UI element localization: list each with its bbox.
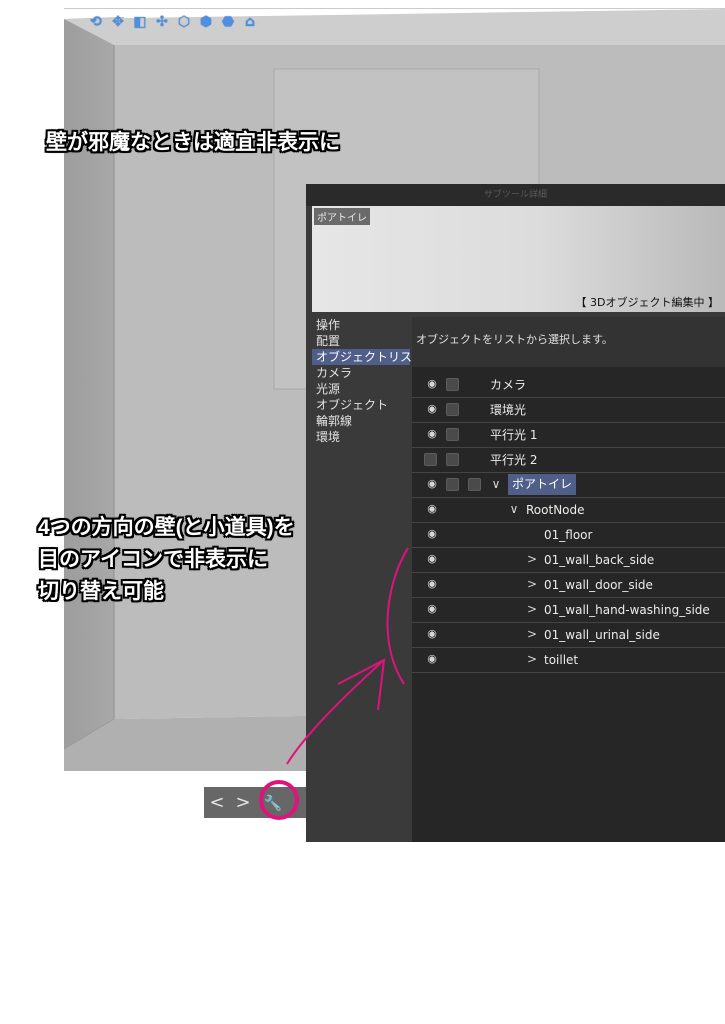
object-label: 平行光 1: [490, 428, 538, 442]
eye-icon[interactable]: ◉: [424, 428, 440, 440]
camera-move-icon[interactable]: ⟲: [86, 13, 106, 31]
pan-icon[interactable]: ✥: [108, 13, 128, 31]
category-item[interactable]: 輪郭線: [312, 413, 410, 429]
lock-checkbox-icon[interactable]: [446, 428, 459, 441]
category-item[interactable]: 光源: [312, 381, 410, 397]
eye-icon[interactable]: ◉: [424, 378, 440, 390]
chevron-down-icon[interactable]: ∨: [490, 476, 502, 492]
object-label: 01_wall_hand-washing_side: [544, 603, 710, 617]
chevron-right-icon[interactable]: >: [526, 651, 538, 667]
eye-icon[interactable]: ◉: [424, 578, 440, 590]
lock-checkbox-icon[interactable]: [468, 478, 481, 491]
object-label: 01_wall_urinal_side: [544, 628, 660, 642]
preview-area: ポアトイレ 【 3Dオブジェクト編集中 】: [312, 206, 725, 312]
object-row[interactable]: ◉ >01_wall_door_side: [412, 573, 725, 598]
preview-object-name: ポアトイレ: [314, 208, 370, 225]
object-pan-icon[interactable]: ⬢: [196, 13, 216, 31]
lock-checkbox-icon[interactable]: [446, 403, 459, 416]
3d-manipulator-toolbar: ⟲ ✥ ◧ ✣ ⬡ ⬢ ⬣ ⌂: [86, 13, 260, 31]
category-item[interactable]: カメラ: [312, 365, 410, 381]
preview-status: 【 3Dオブジェクト編集中 】: [575, 296, 719, 309]
lock-checkbox-icon[interactable]: [446, 453, 459, 466]
eye-icon[interactable]: ◉: [424, 478, 440, 490]
category-item[interactable]: オブジェクトリスト: [312, 349, 424, 365]
eye-icon[interactable]: ◉: [424, 628, 440, 640]
eye-icon[interactable]: ◉: [424, 603, 440, 615]
eye-icon[interactable]: ◉: [424, 553, 440, 565]
subtool-detail-panel: サブツール詳細 ポアトイレ 【 3Dオブジェクト編集中 】 操作 配置 オブジェクト…: [306, 184, 725, 842]
caption-line-2: 目のアイコンで非表示に: [38, 548, 268, 571]
chevron-right-icon[interactable]: >: [526, 601, 538, 617]
object-label: カメラ: [490, 378, 527, 392]
caption-eye-toggle: 4つの方向の壁(と小道具)を 目のアイコンで非表示に 切り替え可能: [38, 517, 295, 613]
lock-checkbox-icon[interactable]: [446, 478, 459, 491]
lock-checkbox-icon[interactable]: [446, 378, 459, 391]
chevron-down-icon[interactable]: ∨: [508, 501, 520, 517]
object-label: RootNode: [526, 503, 585, 517]
eye-icon[interactable]: ◉: [424, 503, 440, 515]
caption-hide-walls: 壁が邪魔なときは適宜非表示に: [46, 131, 340, 154]
object-label: 01_wall_door_side: [544, 578, 653, 592]
chevron-right-icon[interactable]: >: [526, 551, 538, 567]
object-row[interactable]: ◉ 平行光 1: [412, 423, 725, 448]
object-row[interactable]: ◉ ∨ RootNode: [412, 498, 725, 523]
zoom-icon[interactable]: ◧: [130, 13, 150, 31]
rotate-icon[interactable]: ✣: [152, 13, 172, 31]
category-item[interactable]: 操作: [312, 317, 410, 333]
object-zoom-icon[interactable]: ⬣: [218, 13, 238, 31]
wrench-highlight-circle: [259, 780, 299, 820]
eye-icon[interactable]: ◉: [424, 528, 440, 540]
object-row[interactable]: ◉ ∨ ポアトイレ: [412, 473, 725, 498]
object-rotate-icon[interactable]: ⬡: [174, 13, 194, 31]
chevron-right-icon[interactable]: >: [526, 576, 538, 592]
object-label: toillet: [544, 653, 579, 667]
category-content: オブジェクトをリストから選択します。 ◉ カメラ ◉ 環境光 ◉ 平行光 1 平行光 2 ◉ ∨…: [412, 317, 725, 842]
object-row[interactable]: ◉ > toillet: [412, 648, 725, 673]
object-label: 01_wall_back_side: [544, 553, 655, 567]
object-row[interactable]: ◉ >01_wall_urinal_side: [412, 623, 725, 648]
object-row[interactable]: ◉ >01_wall_hand-washing_side: [412, 598, 725, 623]
caption-line-3: 切り替え可能: [38, 580, 164, 603]
object-label: 01_floor: [544, 528, 593, 542]
category-item[interactable]: オブジェクト: [312, 397, 410, 413]
object-row[interactable]: ◉ 環境光: [412, 398, 725, 423]
object-list: ◉ カメラ ◉ 環境光 ◉ 平行光 1 平行光 2 ◉ ∨ ポアトイレ ◉ ∨ RootNode ◉ 01_…: [412, 373, 725, 673]
category-item[interactable]: 配置: [312, 333, 410, 349]
eye-icon[interactable]: ◉: [424, 653, 440, 665]
category-item[interactable]: 環境: [312, 429, 410, 445]
caption-line-1: 4つの方向の壁(と小道具)を: [38, 516, 295, 539]
object-label: 平行光 2: [490, 453, 538, 467]
object-label: ポアトイレ: [508, 474, 577, 495]
next-button[interactable]: >: [230, 787, 256, 818]
chevron-right-icon[interactable]: >: [526, 626, 538, 642]
eye-icon[interactable]: ◉: [424, 403, 440, 415]
prev-button[interactable]: <: [204, 787, 230, 818]
category-list: 操作 配置 オブジェクトリスト カメラ 光源 オブジェクト 輪郭線 環境: [312, 317, 424, 445]
object-label: 環境光: [490, 403, 527, 417]
object-reset-icon[interactable]: ⌂: [240, 13, 260, 31]
object-row[interactable]: ◉ カメラ: [412, 373, 725, 398]
object-row[interactable]: ◉ 01_floor: [412, 523, 725, 548]
category-hint: オブジェクトをリストから選択します。: [412, 317, 725, 367]
object-row[interactable]: 平行光 2: [412, 448, 725, 473]
panel-title[interactable]: サブツール詳細: [306, 184, 725, 206]
lock-checkbox-icon[interactable]: [424, 453, 437, 466]
object-row[interactable]: ◉ >01_wall_back_side: [412, 548, 725, 573]
